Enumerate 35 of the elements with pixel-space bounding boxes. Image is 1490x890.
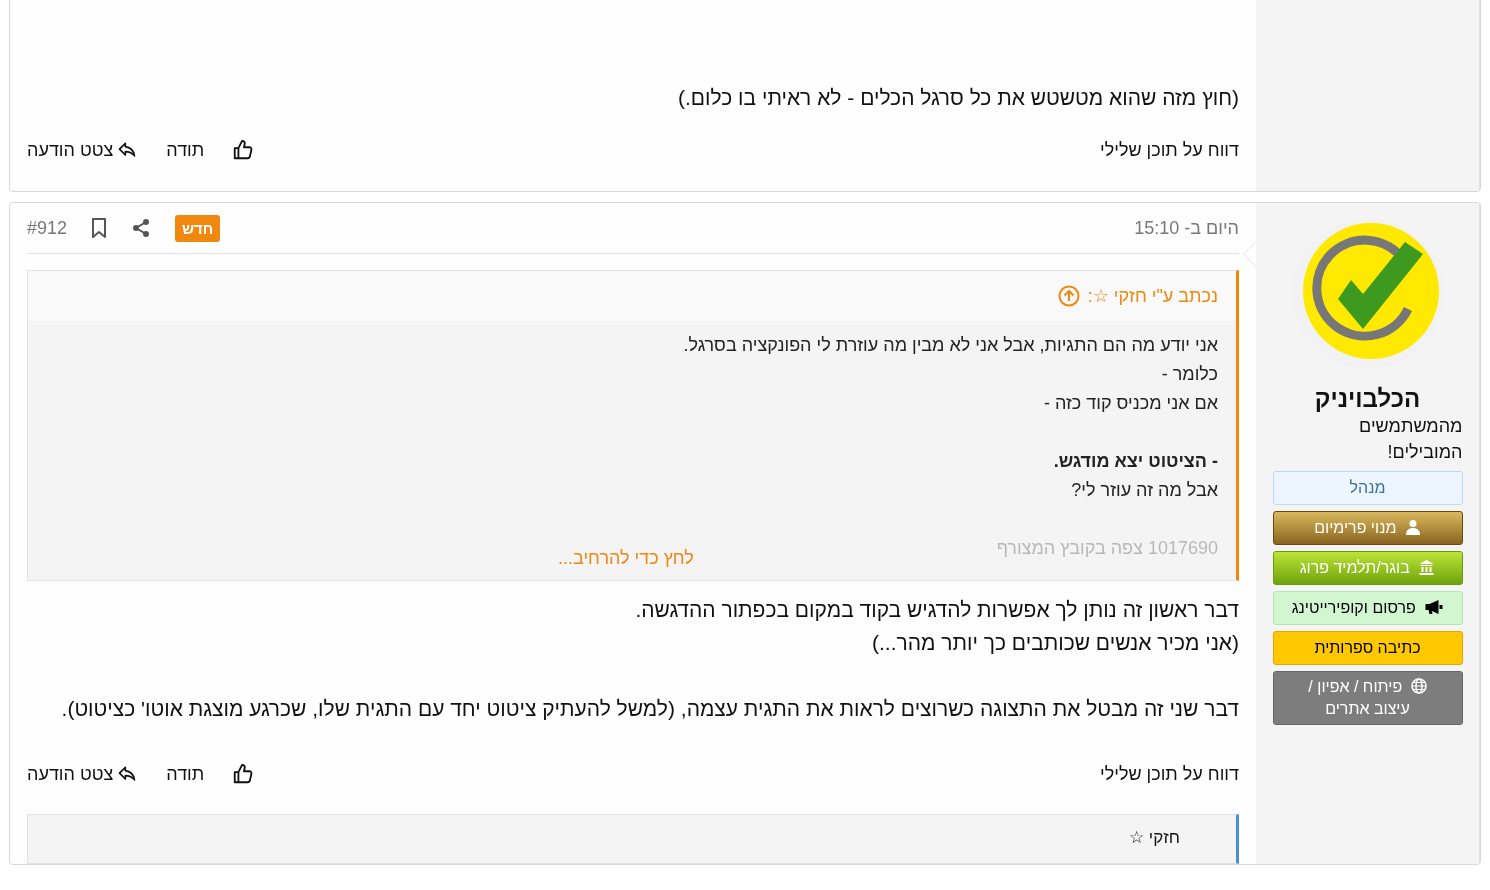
- user-badge: פיתוח / אפיון / עיצוב אתרים: [1272, 671, 1463, 725]
- user-badge: מנהל: [1272, 471, 1463, 505]
- thumbs-up-icon[interactable]: [232, 763, 255, 785]
- user-title: מהמשתמשים המובילים!: [1358, 415, 1463, 464]
- post-date: היום ב- 15:10: [1134, 217, 1239, 239]
- new-label: חדש: [175, 214, 221, 242]
- quote-link[interactable]: צטט הודעה: [27, 139, 139, 161]
- thanks-link[interactable]: תודה: [166, 763, 205, 785]
- share-icon[interactable]: [131, 218, 152, 238]
- quote-line: אני יודע מה הם התגיות, אבל אני לא מבין מה עוזרת לי הפונקציה בסרגל.: [682, 334, 1218, 357]
- user-badge: פרסום וקופירייטינג: [1272, 591, 1463, 625]
- user-badge: מנוי פרימיום: [1272, 511, 1463, 545]
- thumbs-up-icon[interactable]: [232, 139, 255, 161]
- post-number[interactable]: #912: [27, 217, 68, 239]
- quote-link[interactable]: צטט הודעה: [27, 763, 139, 785]
- quote-line: - הציטוט יצא מודגש.: [1052, 450, 1218, 473]
- quote-line: אבל מה זה עוזר לי?: [1070, 479, 1218, 502]
- quote-line: כלומר -: [1160, 363, 1218, 386]
- bank-icon: [1418, 559, 1436, 575]
- post-text: דבר ראשון זה נותן לך אפשרות להדגיש בקוד במקום בכפתור ההדגשה. (אני מכיר אנשים שכותבים כך יותר מהר...): [634, 597, 1239, 656]
- quote-author[interactable]: חזקי ☆: [1129, 828, 1180, 847]
- report-link[interactable]: דווח על תוכן שלילי: [1100, 763, 1239, 785]
- report-link[interactable]: דווח על תוכן שלילי: [1100, 139, 1239, 161]
- user-badge: בוגר/תלמיד פרוג: [1272, 551, 1463, 585]
- quote-line: 1017690 צפה בקובץ המצורף: [996, 537, 1218, 560]
- globe-icon: [1410, 678, 1427, 694]
- username[interactable]: הכלבויניק: [1314, 385, 1421, 413]
- thanks-link[interactable]: תודה: [166, 139, 205, 161]
- quote-line: אם אני מכניס קוד כזה -: [1043, 392, 1218, 415]
- post-text: דבר שני זה מבטל את התצוגה כשרוצים לראות את התגית עצמה, (למשל להעתיק ציטוט יחד עם התגית שלו, שכרגע מוצגת אוטו' כציטוט).: [60, 696, 1239, 722]
- user-badge: כתיבה ספרותית: [1272, 631, 1463, 665]
- megaphone-icon: [1424, 599, 1444, 615]
- post-text: (חוץ מזה שהוא מטשטש את כל סרגל הכלים - לא ראיתי בו כלום.): [677, 85, 1239, 111]
- user-icon: [1404, 519, 1421, 535]
- bookmark-icon[interactable]: [91, 218, 108, 238]
